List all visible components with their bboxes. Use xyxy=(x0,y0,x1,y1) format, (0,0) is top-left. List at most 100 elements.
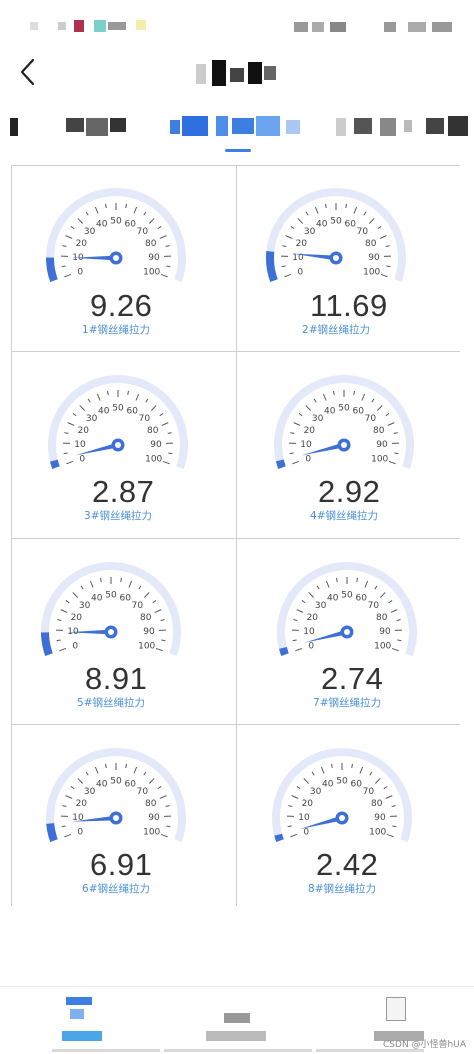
minor-tick xyxy=(146,399,148,402)
tick-label: 80 xyxy=(373,426,385,436)
major-tick xyxy=(298,218,303,223)
tick-label: 100 xyxy=(143,828,160,838)
minor-tick xyxy=(326,204,327,208)
minor-tick xyxy=(64,433,68,434)
major-tick xyxy=(66,461,73,463)
major-tick xyxy=(66,796,72,799)
minor-tick xyxy=(101,578,102,582)
major-tick xyxy=(377,405,382,410)
tick-label: 100 xyxy=(145,455,162,465)
tick-label: 30 xyxy=(312,414,324,424)
minor-tick xyxy=(389,600,392,602)
tick-label: 80 xyxy=(140,613,152,623)
major-tick xyxy=(292,461,299,463)
major-tick xyxy=(68,423,74,426)
minor-tick xyxy=(375,586,377,589)
minor-tick xyxy=(153,600,156,602)
gauge-label: 1#钢丝绳拉力 xyxy=(82,322,150,337)
tab-3[interactable] xyxy=(336,116,470,138)
minor-tick xyxy=(62,806,66,807)
needle-hub-center xyxy=(108,629,114,635)
major-tick xyxy=(61,610,67,613)
tick-label: 20 xyxy=(307,613,319,623)
tab-1[interactable] xyxy=(10,116,130,138)
bottom-nav-item-1[interactable] xyxy=(0,987,150,1051)
tick-label: 40 xyxy=(327,593,339,603)
gauge-progress xyxy=(283,648,285,655)
tick-label: 40 xyxy=(322,779,334,789)
gauge-value: 2.74 xyxy=(321,661,383,697)
page-title xyxy=(196,60,278,88)
minor-tick xyxy=(332,764,333,768)
major-tick xyxy=(306,405,311,410)
tick-label: 60 xyxy=(351,779,363,789)
status-bar xyxy=(0,0,474,44)
major-tick xyxy=(292,796,298,799)
minor-tick xyxy=(293,620,297,621)
tick-label: 100 xyxy=(374,642,391,652)
major-tick xyxy=(134,767,137,774)
tick-label: 80 xyxy=(145,799,157,809)
tick-label: 20 xyxy=(76,239,88,249)
tick-label: 80 xyxy=(365,239,377,249)
major-tick xyxy=(95,767,98,774)
tick-label: 90 xyxy=(374,813,386,823)
tick-label: 30 xyxy=(84,227,96,237)
tick-label: 0 xyxy=(305,455,311,465)
gauge-progress xyxy=(50,258,54,281)
gauge-value: 11.69 xyxy=(310,288,388,324)
minor-tick xyxy=(66,600,69,602)
major-tick xyxy=(297,610,303,613)
major-tick xyxy=(354,207,357,214)
tab-2[interactable] xyxy=(170,116,306,138)
tick-label: 70 xyxy=(137,227,149,237)
gauge-label: 4#钢丝绳拉力 xyxy=(310,508,378,523)
major-tick xyxy=(365,581,368,588)
major-tick xyxy=(362,394,365,401)
tick-label: 50 xyxy=(341,591,353,601)
major-tick xyxy=(129,581,132,588)
minor-tick xyxy=(314,399,316,402)
tick-label: 30 xyxy=(86,414,98,424)
tick-label: 100 xyxy=(363,268,380,278)
minor-tick xyxy=(126,764,127,768)
gauge-card-2: 0102030405060708090100 11.69 2#钢丝绳拉力 xyxy=(237,166,461,351)
back-button[interactable] xyxy=(14,54,46,90)
minor-tick xyxy=(158,786,161,788)
minor-tick xyxy=(106,764,107,768)
minor-tick xyxy=(168,433,172,434)
minor-tick xyxy=(297,786,300,788)
bottom-nav-item-2[interactable] xyxy=(162,987,312,1051)
gauge-value: 2.42 xyxy=(316,847,378,883)
minor-tick xyxy=(282,246,286,247)
tick-label: 10 xyxy=(300,440,312,450)
major-tick xyxy=(284,274,291,276)
minor-tick xyxy=(357,578,358,582)
minor-tick xyxy=(166,246,170,247)
minor-tick xyxy=(121,578,122,582)
tick-label: 40 xyxy=(98,406,110,416)
major-tick xyxy=(134,207,137,214)
gauge-progress xyxy=(54,461,56,468)
tick-label: 70 xyxy=(363,787,375,797)
major-tick xyxy=(315,207,318,214)
minor-tick xyxy=(317,586,319,589)
major-tick xyxy=(66,236,72,239)
tick-label: 90 xyxy=(150,440,162,450)
tab-bar xyxy=(0,108,474,156)
major-tick xyxy=(136,394,139,401)
gauge-card-4: 0102030405060708090100 2.92 4#钢丝绳拉力 xyxy=(237,352,461,538)
major-tick xyxy=(323,394,326,401)
gauge-progress xyxy=(280,460,282,467)
major-tick xyxy=(160,236,166,239)
minor-tick xyxy=(126,204,127,208)
major-tick xyxy=(387,834,394,836)
needle-hub-center xyxy=(341,442,347,448)
major-tick xyxy=(151,405,156,410)
tick-label: 50 xyxy=(105,591,117,601)
major-tick xyxy=(375,778,380,783)
minor-tick xyxy=(168,453,172,454)
gauge-value: 8.91 xyxy=(85,661,147,697)
major-tick xyxy=(369,218,374,223)
minor-tick xyxy=(86,772,88,775)
